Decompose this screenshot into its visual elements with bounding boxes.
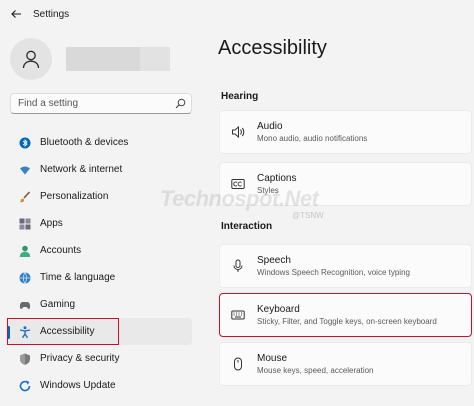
user-name-redacted bbox=[66, 47, 140, 71]
search-input[interactable] bbox=[18, 98, 173, 109]
user-profile[interactable] bbox=[10, 38, 170, 80]
mouse-icon bbox=[230, 356, 246, 372]
keyboard-icon bbox=[230, 307, 246, 323]
sidebar-item-label: Privacy & security bbox=[40, 353, 120, 364]
globe-icon bbox=[18, 271, 31, 284]
card-subtitle: Sticky, Filter, and Toggle keys, on-scre… bbox=[257, 317, 437, 326]
user-email-redacted bbox=[140, 47, 170, 71]
apps-icon bbox=[18, 217, 31, 230]
setting-card-audio[interactable]: Audio Mono audio, audio notifications bbox=[219, 110, 472, 154]
card-subtitle: Mono audio, audio notifications bbox=[257, 134, 368, 143]
speaker-icon bbox=[230, 124, 246, 140]
sidebar-item-label: Network & internet bbox=[40, 164, 123, 175]
person-icon bbox=[22, 50, 40, 69]
bluetooth-icon bbox=[18, 136, 31, 149]
sidebar-item-privacy-security[interactable]: Privacy & security bbox=[7, 345, 192, 372]
wifi-icon bbox=[18, 163, 31, 176]
sidebar-item-label: Time & language bbox=[40, 272, 116, 283]
search-box[interactable] bbox=[10, 93, 192, 114]
sidebar-item-label: Apps bbox=[40, 218, 63, 229]
sidebar-item-gaming[interactable]: Gaming bbox=[7, 291, 192, 318]
sidebar-item-accessibility[interactable]: Accessibility bbox=[7, 318, 192, 345]
setting-card-speech[interactable]: Speech Windows Speech Recognition, voice… bbox=[219, 244, 472, 288]
shield-icon bbox=[18, 352, 31, 365]
card-title: Audio bbox=[257, 121, 283, 132]
section-label-hearing: Hearing bbox=[221, 91, 259, 102]
sidebar-item-label: Bluetooth & devices bbox=[40, 137, 129, 148]
card-subtitle: Mouse keys, speed, acceleration bbox=[257, 366, 374, 375]
card-title: Mouse bbox=[257, 353, 288, 364]
card-title: Captions bbox=[257, 173, 297, 184]
sidebar-nav: Bluetooth & devices Network & internet P… bbox=[7, 129, 192, 399]
setting-card-keyboard[interactable]: Keyboard Sticky, Filter, and Toggle keys… bbox=[219, 293, 472, 337]
sidebar-item-network-internet[interactable]: Network & internet bbox=[7, 156, 192, 183]
accounts-icon bbox=[18, 244, 31, 257]
setting-card-mouse[interactable]: Mouse Mouse keys, speed, acceleration bbox=[219, 342, 472, 386]
card-title: Speech bbox=[257, 255, 291, 266]
card-subtitle: Windows Speech Recognition, voice typing bbox=[257, 268, 410, 277]
section-label-interaction: Interaction bbox=[221, 221, 273, 232]
sidebar-item-label: Accounts bbox=[40, 245, 82, 256]
sidebar-item-label: Gaming bbox=[40, 299, 76, 310]
sidebar-item-label: Personalization bbox=[40, 191, 109, 202]
page-title: Accessibility bbox=[218, 37, 327, 59]
microphone-icon bbox=[230, 258, 246, 274]
sidebar: Bluetooth & devices Network & internet P… bbox=[0, 28, 205, 406]
card-title: Keyboard bbox=[257, 304, 300, 315]
update-icon bbox=[18, 379, 31, 392]
watermark-tag: @TSNW bbox=[292, 211, 324, 220]
avatar[interactable] bbox=[10, 38, 52, 80]
highlight-outline bbox=[7, 318, 119, 345]
back-arrow-icon bbox=[11, 10, 21, 18]
sidebar-item-apps[interactable]: Apps bbox=[7, 210, 192, 237]
sidebar-item-windows-update[interactable]: Windows Update bbox=[7, 372, 192, 399]
sidebar-item-accounts[interactable]: Accounts bbox=[7, 237, 192, 264]
main-content: Accessibility Hearing Audio Mono audio, … bbox=[205, 28, 474, 406]
brush-icon bbox=[18, 190, 31, 203]
watermark: Technospot.Net bbox=[160, 186, 319, 211]
sidebar-item-time-language[interactable]: Time & language bbox=[7, 264, 192, 291]
sidebar-item-bluetooth-devices[interactable]: Bluetooth & devices bbox=[7, 129, 192, 156]
title-bar: Settings bbox=[0, 0, 474, 28]
gamepad-icon bbox=[18, 298, 31, 311]
back-button[interactable] bbox=[5, 3, 27, 25]
app-title: Settings bbox=[33, 8, 70, 20]
sidebar-item-label: Windows Update bbox=[40, 380, 116, 391]
search-icon[interactable] bbox=[173, 97, 187, 111]
